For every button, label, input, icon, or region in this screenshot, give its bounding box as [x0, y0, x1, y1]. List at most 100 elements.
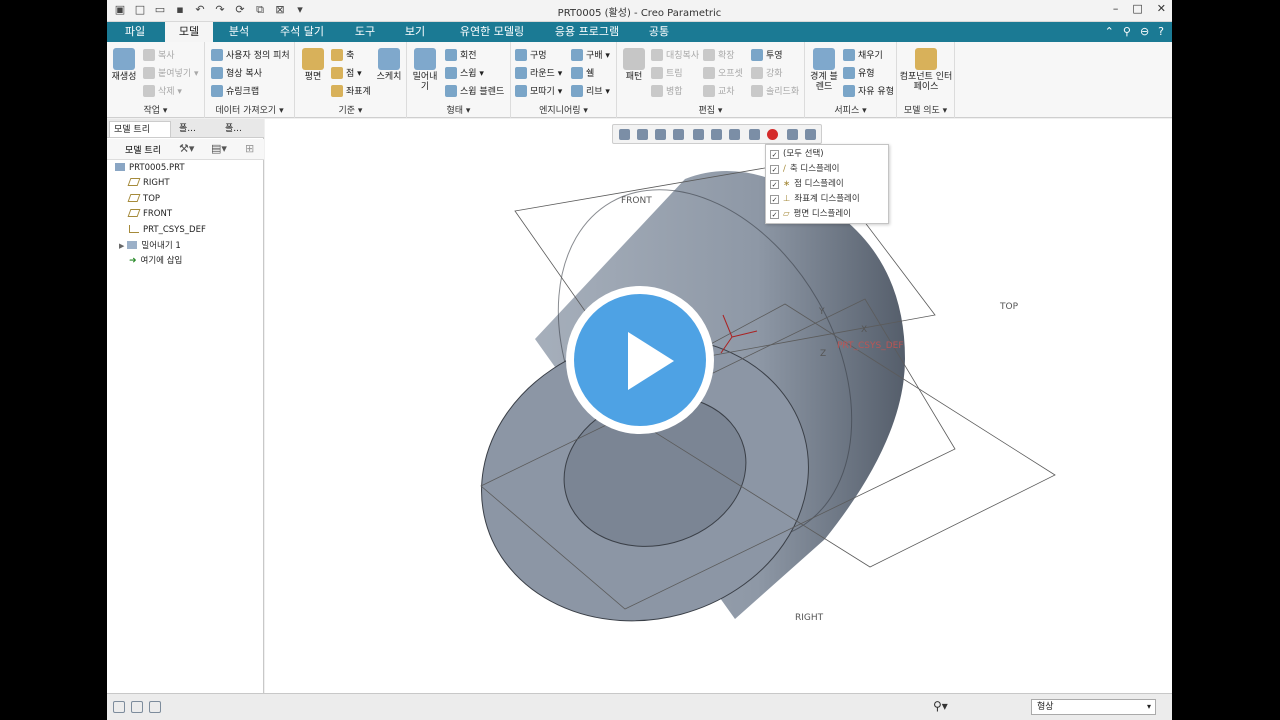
tab-common[interactable]: 공통 — [639, 22, 679, 42]
tab-model[interactable]: 모델 — [165, 22, 213, 42]
mirror-button[interactable]: 대칭복사 — [651, 48, 699, 61]
collapse-ribbon-icon[interactable]: ⌃ — [1105, 25, 1114, 38]
tree-item-part[interactable]: PRT0005.PRT — [115, 161, 185, 175]
plane-display-option[interactable]: ✓ ▱ 평면 디스플레이 — [770, 207, 851, 221]
perspective-icon[interactable] — [749, 129, 760, 140]
saved-orientations-icon[interactable] — [711, 129, 722, 140]
axis-button[interactable]: 축 — [331, 48, 354, 61]
component-interface-button[interactable]: 컴포넌트 인터페이스 — [899, 48, 953, 92]
tree-columns-icon[interactable]: ⊞ — [245, 142, 254, 155]
tab-tools[interactable]: 도구 — [345, 22, 385, 42]
annotation-display-icon[interactable] — [805, 129, 816, 140]
pattern-button[interactable]: 패턴 — [621, 48, 647, 82]
chamfer-button[interactable]: 모따기 ▾ — [515, 84, 562, 97]
style-button[interactable]: 유형 — [843, 66, 875, 79]
tree-item-insert-here[interactable]: ➜ 여기에 삽입 — [129, 254, 182, 268]
regenerate-button[interactable]: 재생성 — [109, 48, 139, 82]
group-label-get-data[interactable]: 데이터 가져오기 ▾ — [205, 103, 294, 116]
group-label-editing[interactable]: 편집 ▾ — [617, 103, 804, 116]
delete-button[interactable]: 삭제 ▾ — [143, 84, 182, 97]
select-all-checkbox[interactable]: ✓ — [770, 150, 779, 159]
spin-center-icon[interactable] — [787, 129, 798, 140]
point-display-option[interactable]: ✓ ∗ 점 디스플레이 — [770, 177, 844, 191]
draft-button[interactable]: 구배 ▾ — [571, 48, 610, 61]
minimize-icon[interactable]: – — [1113, 2, 1119, 15]
hole-button[interactable]: 구멍 — [515, 48, 547, 61]
group-label-surfaces[interactable]: 서피스 ▾ — [805, 103, 896, 116]
tab-favorites[interactable]: 폴... — [221, 121, 261, 137]
tab-file[interactable]: 파일 — [115, 22, 155, 42]
csys-display-checkbox[interactable]: ✓ — [770, 195, 779, 204]
tab-annotate[interactable]: 주석 달기 — [271, 22, 333, 42]
offset-button[interactable]: 오프셋 — [703, 66, 743, 79]
project-button[interactable]: 투영 — [751, 48, 783, 61]
solidify-button[interactable]: 솔리드화 — [751, 84, 799, 97]
tree-item-csys[interactable]: PRT_CSYS_DEF — [129, 223, 206, 237]
sweep-button[interactable]: 스윕 ▾ — [445, 66, 484, 79]
revolve-button[interactable]: 회전 — [445, 48, 477, 61]
csys-button[interactable]: 좌표계 — [331, 84, 371, 97]
show-navigator-icon[interactable] — [113, 701, 125, 713]
show-browser-icon[interactable] — [131, 701, 143, 713]
tab-folder-browser[interactable]: 폴... — [175, 121, 219, 137]
rib-button[interactable]: 리브 ▾ — [571, 84, 610, 97]
extend-button[interactable]: 확장 — [703, 48, 735, 61]
display-style-icon[interactable] — [693, 129, 704, 140]
datum-display-filters-icon[interactable] — [767, 129, 778, 140]
boundary-blend-button[interactable]: 경계 블렌드 — [807, 48, 841, 92]
shell-button[interactable]: 쉘 — [571, 66, 594, 79]
thicken-button[interactable]: 강화 — [751, 66, 783, 79]
tree-filter-icon[interactable]: ▤▾ — [211, 142, 227, 155]
tab-view[interactable]: 보기 — [395, 22, 435, 42]
tree-item-front[interactable]: FRONT — [127, 207, 172, 221]
tab-model-tree[interactable]: 모델 트리 — [109, 121, 171, 137]
zoom-in-icon[interactable] — [637, 129, 648, 140]
video-play-button[interactable] — [566, 286, 714, 434]
community-icon[interactable]: ⊖ — [1140, 25, 1149, 38]
select-all-option[interactable]: ✓ (모두 선택) — [770, 147, 824, 161]
merge-button[interactable]: 병합 — [651, 84, 683, 97]
round-button[interactable]: 라운드 ▾ — [515, 66, 562, 79]
group-label-datum[interactable]: 기준 ▾ — [295, 103, 406, 116]
extrude-button[interactable]: 밀어내기 — [409, 48, 441, 92]
copy-geometry-button[interactable]: 형상 복사 — [211, 66, 262, 79]
repaint-icon[interactable] — [673, 129, 684, 140]
graphics-window[interactable]: FRONT TOP RIGHT PRT_CSYS_DEF X Y Z ✓ (모두 … — [265, 119, 1172, 693]
axis-display-option[interactable]: ✓ ∕ 축 디스플레이 — [770, 162, 840, 176]
group-label-shapes[interactable]: 형태 ▾ — [407, 103, 510, 116]
plane-button[interactable]: 평면 — [299, 48, 327, 82]
selection-filter-dropdown[interactable]: 형상 ▾ — [1031, 699, 1156, 715]
point-display-checkbox[interactable]: ✓ — [770, 180, 779, 189]
freestyle-button[interactable]: 자유 유형 — [843, 84, 894, 97]
intersect-button[interactable]: 교차 — [703, 84, 735, 97]
search-icon[interactable]: ⚲ — [1123, 25, 1131, 38]
close-icon[interactable]: ✕ — [1157, 2, 1166, 15]
tab-flexible-modeling[interactable]: 유연한 모델링 — [447, 22, 537, 42]
paste-button[interactable]: 붙여넣기 ▾ — [143, 66, 199, 79]
sketch-button[interactable]: 스케치 — [375, 48, 403, 82]
trim-button[interactable]: 트림 — [651, 66, 683, 79]
tree-item-right[interactable]: RIGHT — [127, 176, 170, 190]
help-icon[interactable]: ? — [1158, 25, 1164, 38]
group-label-operations[interactable]: 작업 ▾ — [107, 103, 204, 116]
csys-display-option[interactable]: ✓ ⊥ 좌표계 디스플레이 — [770, 192, 860, 206]
expand-arrow-icon[interactable]: ▶ — [119, 242, 124, 250]
copy-button[interactable]: 복사 — [143, 48, 175, 61]
shrinkwrap-button[interactable]: 슈링크랩 — [211, 84, 259, 97]
tree-settings-icon[interactable]: ⚒▾ — [179, 142, 194, 155]
view-manager-icon[interactable] — [729, 129, 740, 140]
group-label-engineering[interactable]: 엔지니어링 ▾ — [511, 103, 616, 116]
tree-item-top[interactable]: TOP — [127, 192, 160, 206]
tab-applications[interactable]: 응용 프로그램 — [547, 22, 627, 42]
find-icon[interactable]: ⚲▾ — [933, 699, 948, 713]
point-button[interactable]: 점 ▾ — [331, 66, 362, 79]
tree-item-extrude[interactable]: ▶ 밀어내기 1 — [119, 239, 181, 253]
full-screen-icon[interactable] — [149, 701, 161, 713]
tab-analysis[interactable]: 분석 — [219, 22, 259, 42]
group-label-model-intent[interactable]: 모델 의도 ▾ — [897, 103, 954, 116]
swept-blend-button[interactable]: 스윕 블렌드 — [445, 84, 504, 97]
axis-display-checkbox[interactable]: ✓ — [770, 165, 779, 174]
zoom-out-icon[interactable] — [655, 129, 666, 140]
fill-button[interactable]: 채우기 — [843, 48, 883, 61]
udf-button[interactable]: 사용자 정의 피처 — [211, 48, 290, 61]
